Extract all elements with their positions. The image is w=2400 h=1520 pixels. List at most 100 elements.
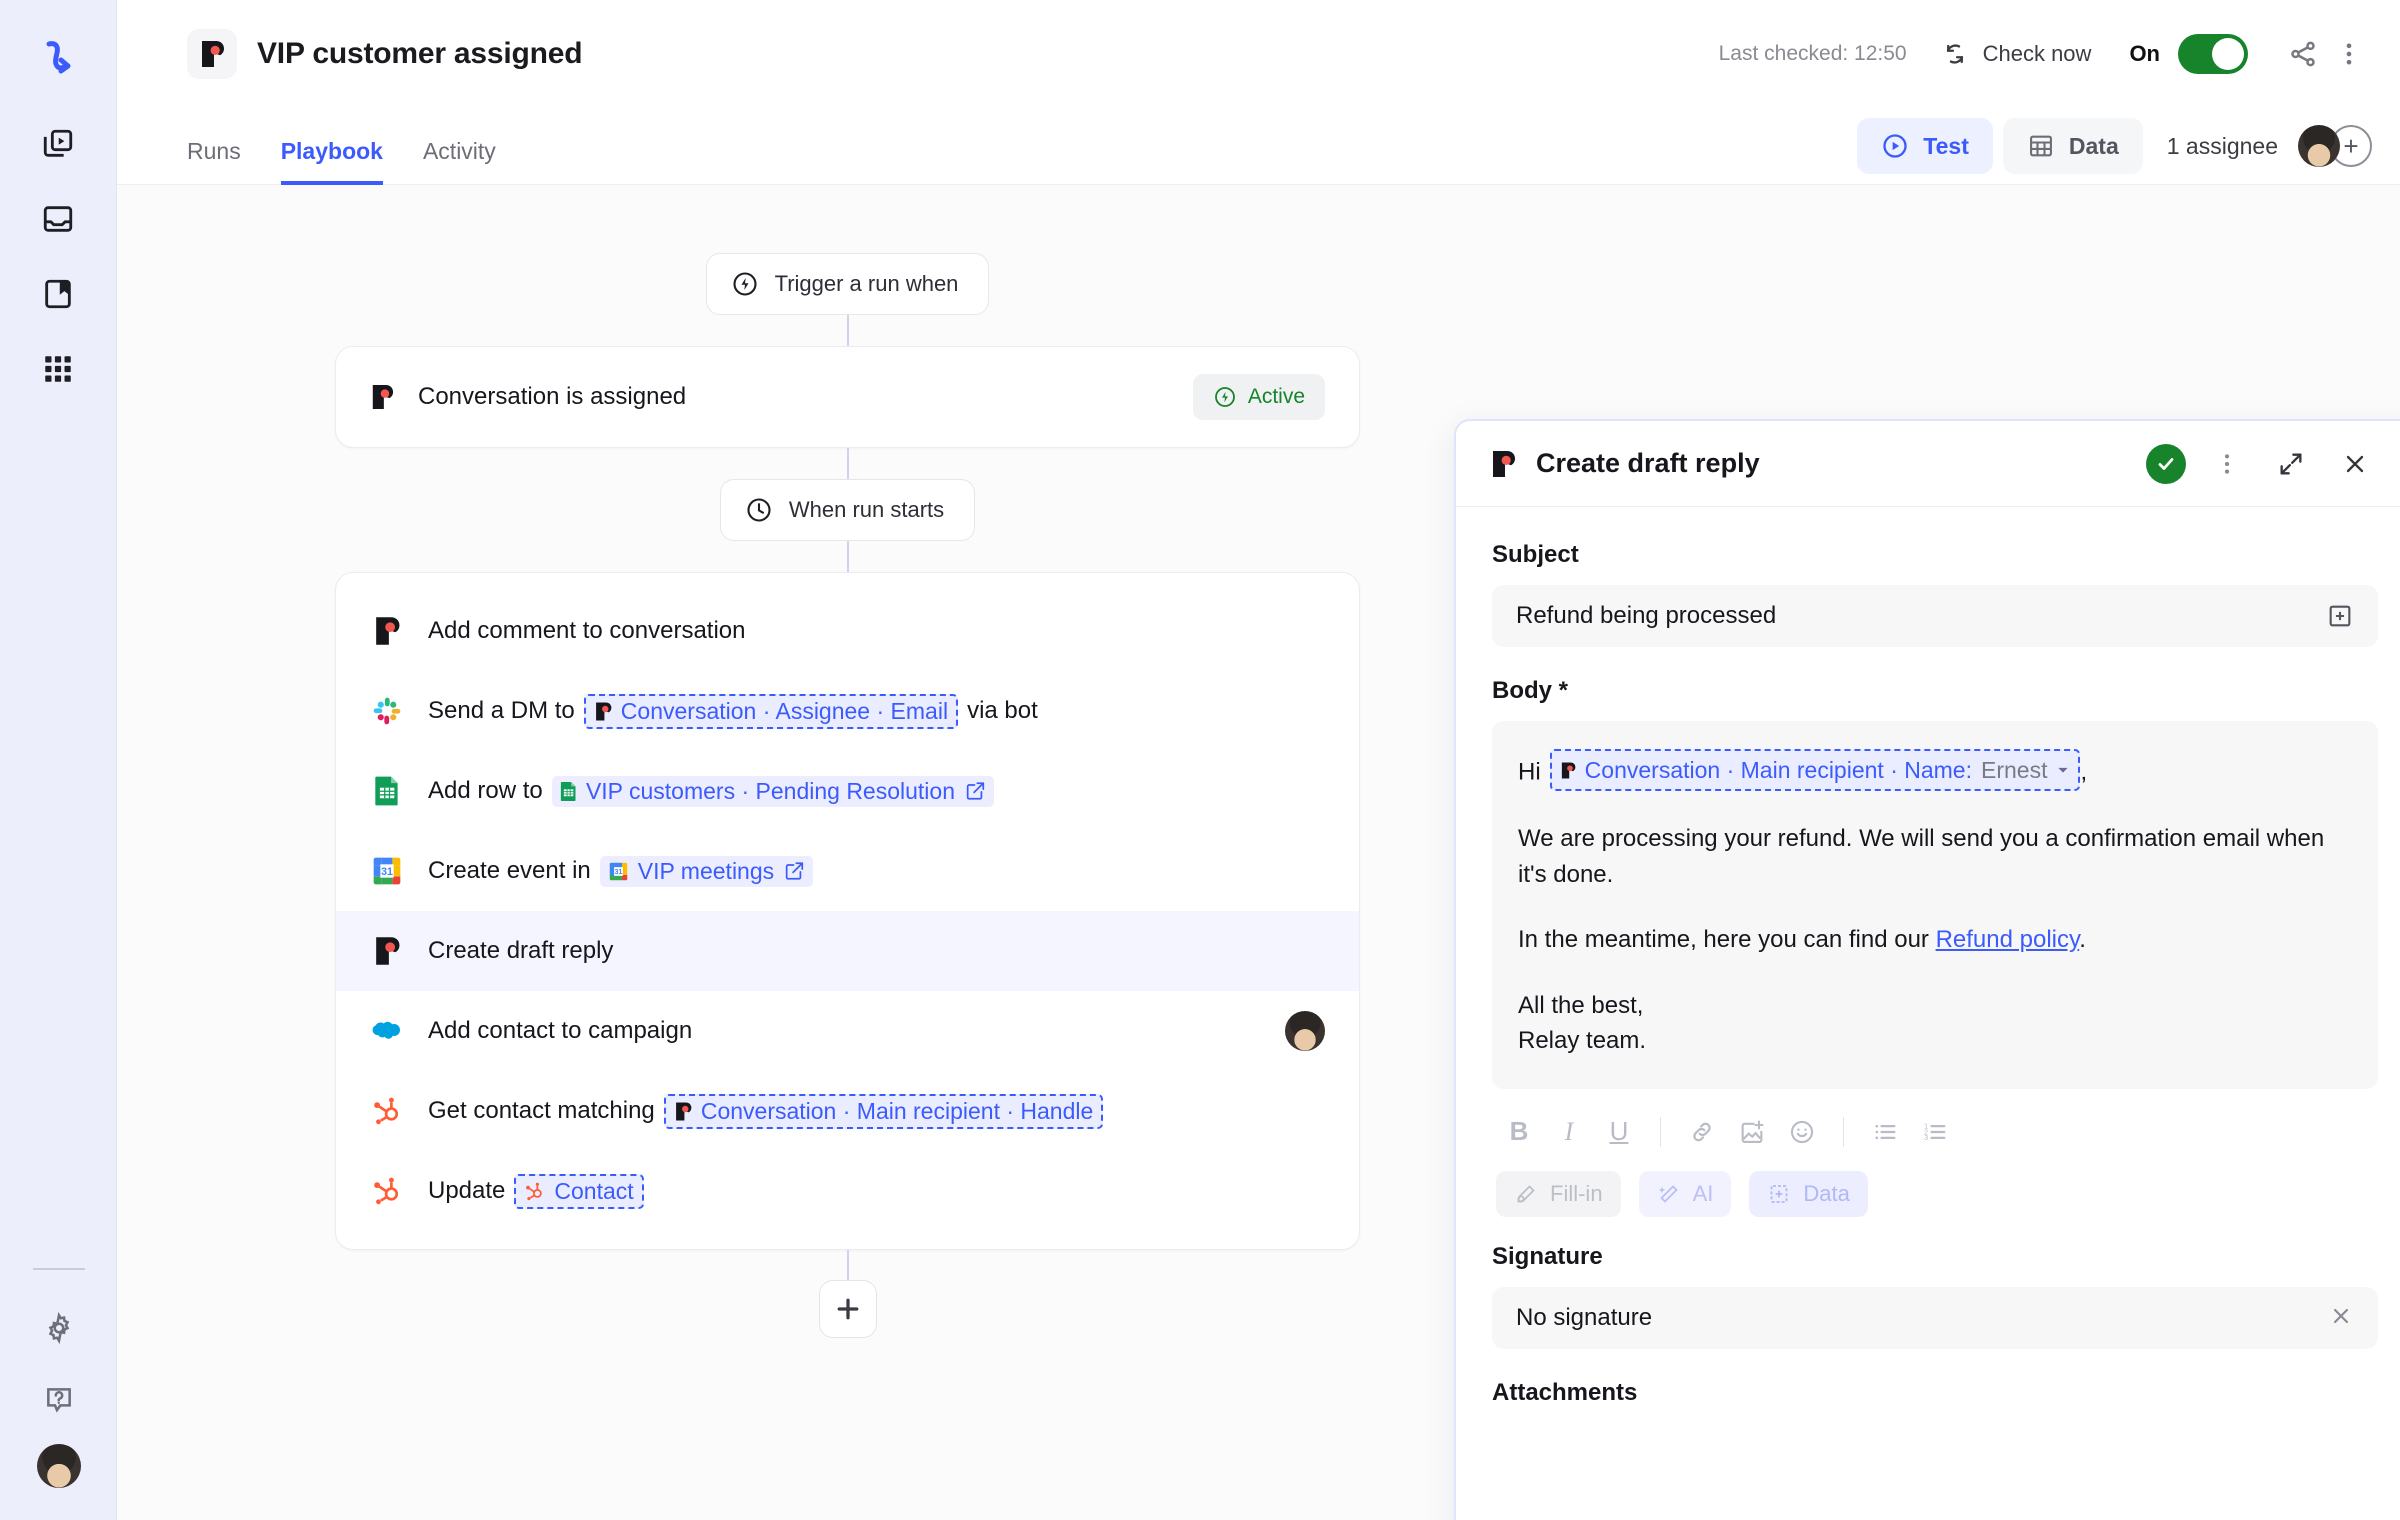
insert-data-icon[interactable]	[2326, 602, 2354, 630]
add-image-icon[interactable]	[1729, 1109, 1775, 1155]
svg-text:31: 31	[614, 869, 622, 876]
action-text: Create event in	[428, 857, 591, 884]
variable-chip[interactable]: Conversation · Main recipient · Handle	[663, 1093, 1104, 1129]
signature-select[interactable]: No signature	[1492, 1286, 2378, 1349]
signoff-line-2: Relay team.	[1518, 1027, 1647, 1055]
bold-button[interactable]: B	[1496, 1109, 1542, 1155]
variable-label: Conversation · Assignee · Email	[620, 697, 949, 724]
connector-line	[846, 541, 849, 572]
variable-chip[interactable]: VIP customers · Pending Resolution	[551, 775, 994, 807]
left-rail	[0, 0, 117, 1520]
action-row[interactable]: Update Contact	[336, 1151, 1359, 1231]
google-calendar-icon: 31	[608, 861, 629, 882]
trigger-card[interactable]: Conversation is assigned Active	[335, 346, 1360, 448]
greeting-suffix: ,	[2080, 758, 2088, 786]
data-button[interactable]: Data	[2002, 118, 2143, 174]
action-row-text: Add row to VIP customers · Pending Resol…	[428, 775, 994, 807]
action-row[interactable]: Send a DM to Conversation · Assignee · Em…	[336, 671, 1359, 751]
numbered-list-icon[interactable]: 1 2 3	[1912, 1109, 1958, 1155]
trigger-chip-label: Trigger a run when	[774, 271, 959, 296]
body-greeting: Hi Conversation · Main recipient · Name: E…	[1518, 749, 2352, 792]
test-label: Test	[1923, 132, 1969, 159]
relay-logo-icon[interactable]	[30, 32, 86, 88]
external-link-icon[interactable]	[783, 860, 805, 882]
help-question-icon[interactable]	[31, 1372, 87, 1428]
chevron-down-icon[interactable]	[2056, 763, 2070, 777]
relay-app-icon	[187, 28, 237, 79]
body-paragraph-1: We are processing your refund. We will s…	[1518, 825, 2325, 888]
page-title: VIP customer assigned	[257, 36, 583, 70]
emoji-icon[interactable]	[1779, 1109, 1825, 1155]
italic-button[interactable]: I	[1546, 1109, 1592, 1155]
subject-value: Refund being processed	[1516, 602, 1777, 629]
external-link-icon[interactable]	[964, 780, 986, 802]
expand-diagonal-icon[interactable]	[2268, 441, 2314, 487]
bolt-circle-icon	[1213, 385, 1237, 409]
more-vertical-icon[interactable]	[2326, 31, 2372, 77]
tab-playbook[interactable]: Playbook	[280, 138, 383, 185]
action-row[interactable]: Add row to VIP customers · Pending Resol…	[336, 751, 1359, 831]
check-now-button[interactable]: Check now	[1941, 40, 2092, 68]
fill-in-button[interactable]: Fill-in	[1496, 1170, 1621, 1217]
subject-input[interactable]: Refund being processed	[1492, 585, 2378, 647]
workflow: Trigger a run when Conversation is assig…	[335, 253, 1360, 1338]
toggle-knob	[2212, 37, 2244, 70]
action-text: via bot	[967, 697, 1038, 724]
sidebar-item-library[interactable]	[30, 266, 86, 322]
when-run-starts-chip[interactable]: When run starts	[719, 479, 976, 541]
bullet-list-icon[interactable]	[1862, 1109, 1908, 1155]
action-text: Send a DM to	[428, 697, 575, 724]
variable-chip[interactable]: Contact	[514, 1173, 644, 1209]
underline-button[interactable]: U	[1596, 1109, 1642, 1155]
avatar[interactable]	[2298, 125, 2340, 167]
ai-button[interactable]: AI	[1638, 1170, 1732, 1217]
gear-icon[interactable]	[31, 1300, 87, 1356]
action-row[interactable]: 31 Create event in 31 VIP meetings	[336, 831, 1359, 911]
action-row[interactable]: Create draft reply	[336, 911, 1359, 991]
app-root: VIP customer assigned Last checked: 12:5…	[0, 0, 2400, 1520]
signoff-line-1: All the best,	[1518, 991, 1644, 1019]
action-text: Get contact matching	[428, 1097, 655, 1124]
subject-label: Subject	[1492, 541, 1579, 568]
variable-label: VIP customers · Pending Resolution	[585, 777, 955, 804]
insert-chips: Fill-in AI Data	[1492, 1161, 2378, 1217]
check-now-label: Check now	[1982, 40, 2092, 66]
variable-chip[interactable]: Conversation · Assignee · Email	[583, 693, 959, 729]
connector-line	[846, 448, 849, 479]
close-icon[interactable]	[2328, 1303, 2354, 1333]
avatar[interactable]	[1285, 1011, 1325, 1051]
link-icon[interactable]	[1679, 1109, 1725, 1155]
variable-chip-main-recipient-name[interactable]: Conversation · Main recipient · Name: Ern…	[1549, 749, 2081, 792]
enable-toggle[interactable]	[2178, 33, 2248, 74]
fill-in-icon	[1514, 1182, 1538, 1206]
action-row[interactable]: Get contact matching Conversation · Main …	[336, 1071, 1359, 1151]
when-run-starts-label: When run starts	[788, 497, 945, 522]
avatar[interactable]	[36, 1444, 81, 1488]
sidebar-item-playbooks[interactable]	[30, 116, 86, 172]
share-icon[interactable]	[2280, 31, 2326, 77]
tab-runs[interactable]: Runs	[187, 138, 241, 185]
panel-header: Create draft reply	[1456, 421, 2400, 507]
check-circle-icon[interactable]	[2146, 443, 2186, 484]
data-insert-button[interactable]: Data	[1749, 1170, 1868, 1217]
panel-body: Subject Refund being processed Body * Hi…	[1456, 507, 2400, 1520]
refund-policy-link[interactable]: Refund policy	[1936, 926, 2080, 953]
add-step-button[interactable]	[818, 1280, 877, 1338]
sidebar-item-inbox[interactable]	[30, 191, 86, 247]
relay-app-icon	[674, 1101, 692, 1122]
last-checked-label: Last checked: 12:50	[1718, 41, 1907, 65]
data-insert-icon	[1767, 1182, 1791, 1206]
trigger-a-run-when-chip[interactable]: Trigger a run when	[705, 253, 990, 315]
tab-activity[interactable]: Activity	[423, 138, 496, 185]
action-row[interactable]: Add comment to conversation	[336, 591, 1359, 671]
sidebar-item-apps[interactable]	[30, 341, 86, 397]
action-row[interactable]: Add contact to campaign	[336, 991, 1359, 1071]
more-vertical-icon[interactable]	[2204, 441, 2250, 487]
test-button[interactable]: Test	[1857, 118, 1993, 174]
close-icon[interactable]	[2332, 441, 2378, 487]
assignee-stack: +	[2298, 125, 2372, 167]
body-editor[interactable]: Hi Conversation · Main recipient · Name: E…	[1492, 721, 2378, 1089]
variable-chip[interactable]: 31 VIP meetings	[599, 855, 814, 887]
main-column: VIP customer assigned Last checked: 12:5…	[117, 0, 2400, 1520]
